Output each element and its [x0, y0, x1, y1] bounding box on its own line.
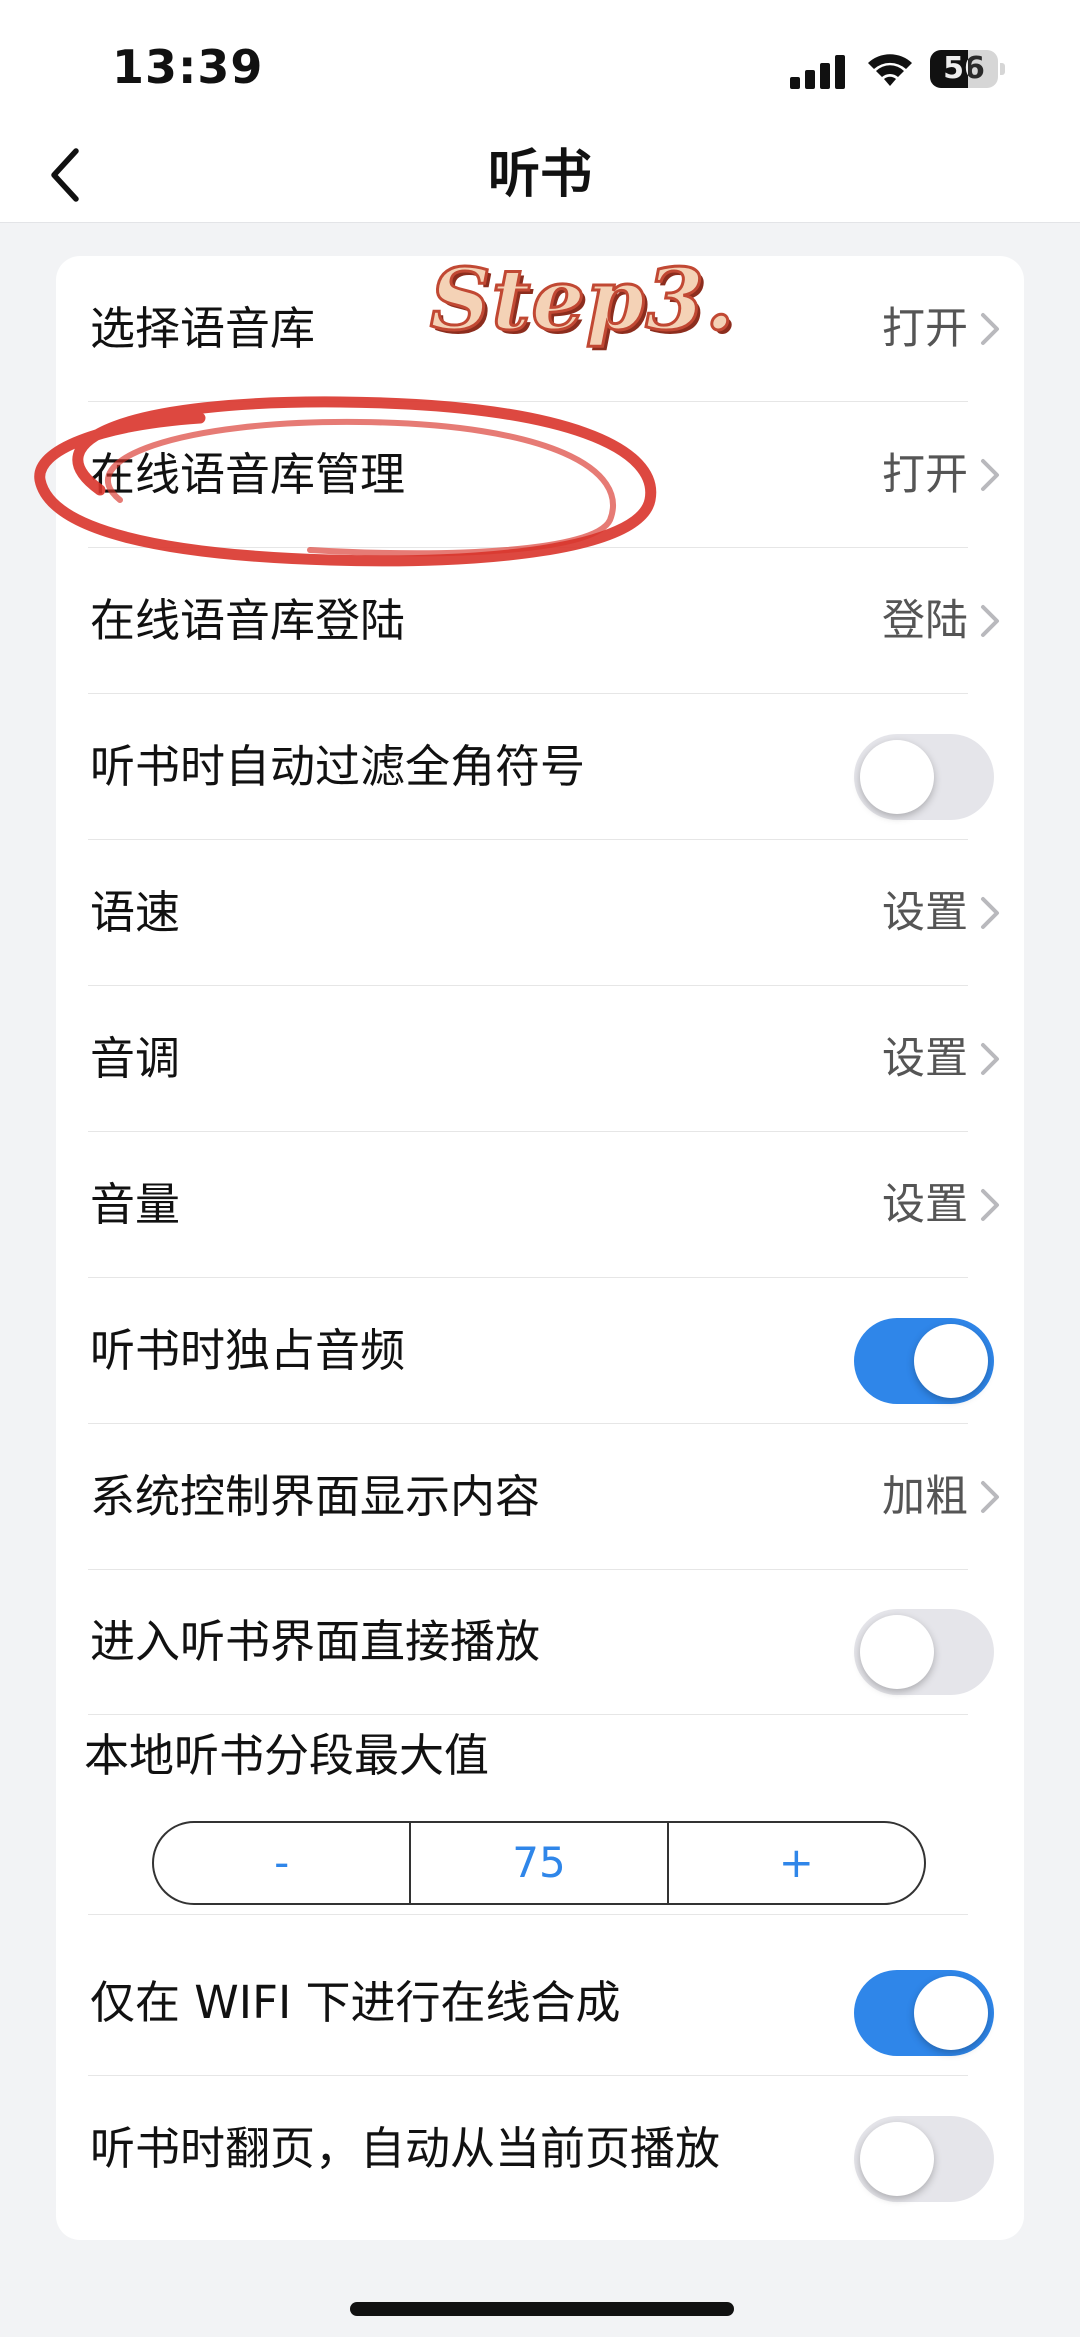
chevron-right-icon — [981, 313, 999, 345]
cellular-signal-icon — [790, 55, 845, 89]
wifi-only-toggle[interactable] — [854, 1970, 994, 2056]
row-system-control-display[interactable]: 系统控制界面显示内容 加粗 — [56, 1424, 1024, 1570]
row-label: 音量 — [90, 1178, 181, 1231]
battery-level-text: 56 — [943, 51, 985, 86]
row-value: 设置 — [882, 888, 968, 938]
row-filter-fullwidth-symbols: 听书时自动过滤全角符号 — [56, 694, 1024, 840]
row-label: 仅在 WIFI 下进行在线合成 — [90, 1976, 621, 2029]
row-label: 进入听书界面直接播放 — [90, 1615, 541, 1668]
row-wifi-only-synthesis: 仅在 WIFI 下进行在线合成 — [56, 1930, 1024, 2076]
status-time: 13:39 — [112, 40, 264, 94]
chevron-right-icon — [981, 1043, 999, 1075]
row-volume[interactable]: 音量 设置 — [56, 1132, 1024, 1278]
row-label: 听书时独占音频 — [90, 1324, 406, 1377]
row-online-voice-library-login[interactable]: 在线语音库登陆 登陆 — [56, 548, 1024, 694]
segment-max-title: 本地听书分段最大值 — [84, 1729, 490, 1782]
increment-button[interactable]: + — [666, 1823, 924, 1903]
row-value: 加粗 — [882, 1472, 968, 1522]
row-value: 打开 — [882, 304, 968, 354]
segment-max-stepper: - 75 + — [152, 1821, 926, 1905]
row-value: 打开 — [882, 450, 968, 500]
navigation-bar: 听书 — [0, 140, 1080, 223]
row-label: 音调 — [90, 1032, 181, 1085]
row-label: 系统控制界面显示内容 — [90, 1470, 541, 1523]
segment-max-section: 本地听书分段最大值 - 75 + — [56, 1715, 1024, 1915]
row-label: 选择语音库 — [90, 302, 316, 355]
filter-symbols-toggle[interactable] — [854, 734, 994, 820]
row-label: 听书时自动过滤全角符号 — [90, 740, 586, 793]
step-annotation: Step3. — [428, 249, 736, 351]
decrement-button[interactable]: - — [154, 1823, 409, 1903]
home-indicator — [350, 2302, 734, 2316]
row-online-voice-library-management[interactable]: 在线语音库管理 打开 — [56, 402, 1024, 548]
wifi-icon — [868, 54, 912, 86]
battery-icon: 56 — [930, 50, 1006, 88]
row-exclusive-audio: 听书时独占音频 — [56, 1278, 1024, 1424]
exclusive-audio-toggle[interactable] — [854, 1318, 994, 1404]
row-page-turn-autoplay: 听书时翻页，自动从当前页播放 — [56, 2076, 1024, 2222]
chevron-right-icon — [981, 897, 999, 929]
page-turn-autoplay-toggle[interactable] — [854, 2116, 994, 2202]
settings-card: 选择语音库 打开 在线语音库管理 打开 在线语音库登陆 登陆 听书时自动过滤全角… — [56, 256, 1024, 2240]
auto-play-toggle[interactable] — [854, 1609, 994, 1695]
row-label: 听书时翻页，自动从当前页播放 — [90, 2122, 721, 2175]
stepper-value[interactable]: 75 — [409, 1823, 666, 1903]
chevron-right-icon — [981, 1189, 999, 1221]
row-speech-rate[interactable]: 语速 设置 — [56, 840, 1024, 986]
chevron-right-icon — [981, 605, 999, 637]
page-title: 听书 — [487, 145, 592, 205]
row-value: 设置 — [882, 1034, 968, 1084]
row-label: 语速 — [90, 886, 181, 939]
row-value: 设置 — [882, 1180, 968, 1230]
row-label: 在线语音库管理 — [90, 448, 406, 501]
chevron-right-icon — [981, 459, 999, 491]
row-value: 登陆 — [882, 596, 968, 646]
chevron-right-icon — [981, 1481, 999, 1513]
row-auto-play-on-enter: 进入听书界面直接播放 — [56, 1569, 1024, 1715]
row-pitch[interactable]: 音调 设置 — [56, 986, 1024, 1132]
row-label: 在线语音库登陆 — [90, 594, 406, 647]
status-bar: 13:39 56 — [0, 0, 1080, 140]
